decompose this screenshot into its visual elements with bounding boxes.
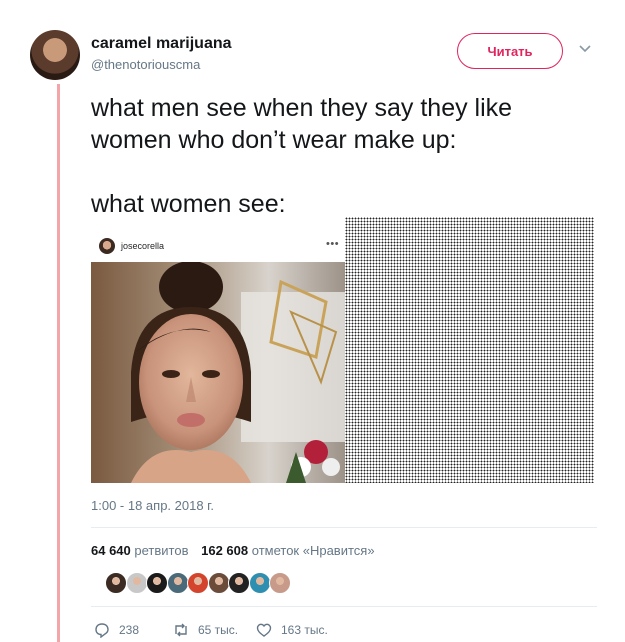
likes-count[interactable]: 162 608 bbox=[201, 543, 248, 558]
liker-avatar[interactable] bbox=[269, 572, 291, 594]
tweet-line: women who don’t wear make up: bbox=[91, 126, 457, 154]
reply-icon bbox=[95, 623, 109, 638]
liker-avatar[interactable] bbox=[207, 572, 230, 594]
thread-line bbox=[57, 84, 60, 642]
tweet-media[interactable]: josecorella ••• bbox=[91, 217, 594, 483]
liker-avatar[interactable] bbox=[146, 572, 168, 594]
tweet-line: what women see: bbox=[91, 190, 286, 218]
liker-avatar[interactable] bbox=[248, 572, 271, 594]
likes-label[interactable]: отметок «Нравится» bbox=[252, 543, 375, 558]
avatar[interactable] bbox=[30, 30, 80, 80]
retweet-count: 65 тыс. bbox=[198, 623, 239, 637]
timestamp[interactable]: 1:00 - 18 апр. 2018 г. bbox=[91, 498, 214, 513]
instagram-screenshot[interactable]: josecorella ••• bbox=[91, 217, 345, 483]
reply-count: 238 bbox=[119, 623, 140, 637]
retweets-label[interactable]: ретвитов bbox=[134, 543, 188, 558]
portrait-photo bbox=[91, 262, 345, 483]
engagement-stats: 64 640 ретвитов 162 608 отметок «Нравитс… bbox=[91, 543, 375, 558]
liker-avatar[interactable] bbox=[105, 572, 127, 594]
liker-avatar[interactable] bbox=[125, 572, 148, 594]
reply-button[interactable]: 238 bbox=[94, 622, 139, 638]
liker-avatar[interactable] bbox=[187, 572, 209, 594]
follow-button[interactable]: Читать bbox=[457, 33, 563, 69]
censored-panel bbox=[345, 217, 594, 483]
like-button[interactable]: 163 тыс. bbox=[256, 622, 328, 638]
display-name[interactable]: caramel marijuana bbox=[91, 35, 232, 53]
instagram-username: josecorella bbox=[121, 241, 165, 251]
avatar bbox=[99, 238, 115, 254]
user-handle[interactable]: @thenotoriouscma bbox=[91, 57, 200, 72]
tweet-text: what men see when they say they like wom… bbox=[91, 92, 601, 220]
retweet-icon bbox=[175, 623, 187, 637]
divider bbox=[91, 527, 597, 528]
liker-avatar[interactable] bbox=[166, 572, 189, 594]
instagram-header: josecorella ••• bbox=[91, 217, 345, 262]
chevron-down-icon[interactable] bbox=[578, 44, 592, 54]
retweet-button[interactable]: 65 тыс. bbox=[173, 622, 238, 638]
liker-avatar[interactable] bbox=[228, 572, 250, 594]
tweet-line: what men see when they say they like bbox=[91, 94, 513, 122]
divider bbox=[91, 606, 597, 607]
retweets-count[interactable]: 64 640 bbox=[91, 543, 131, 558]
more-icon: ••• bbox=[326, 238, 340, 250]
like-count: 163 тыс. bbox=[281, 623, 328, 637]
heart-icon bbox=[256, 623, 272, 637]
